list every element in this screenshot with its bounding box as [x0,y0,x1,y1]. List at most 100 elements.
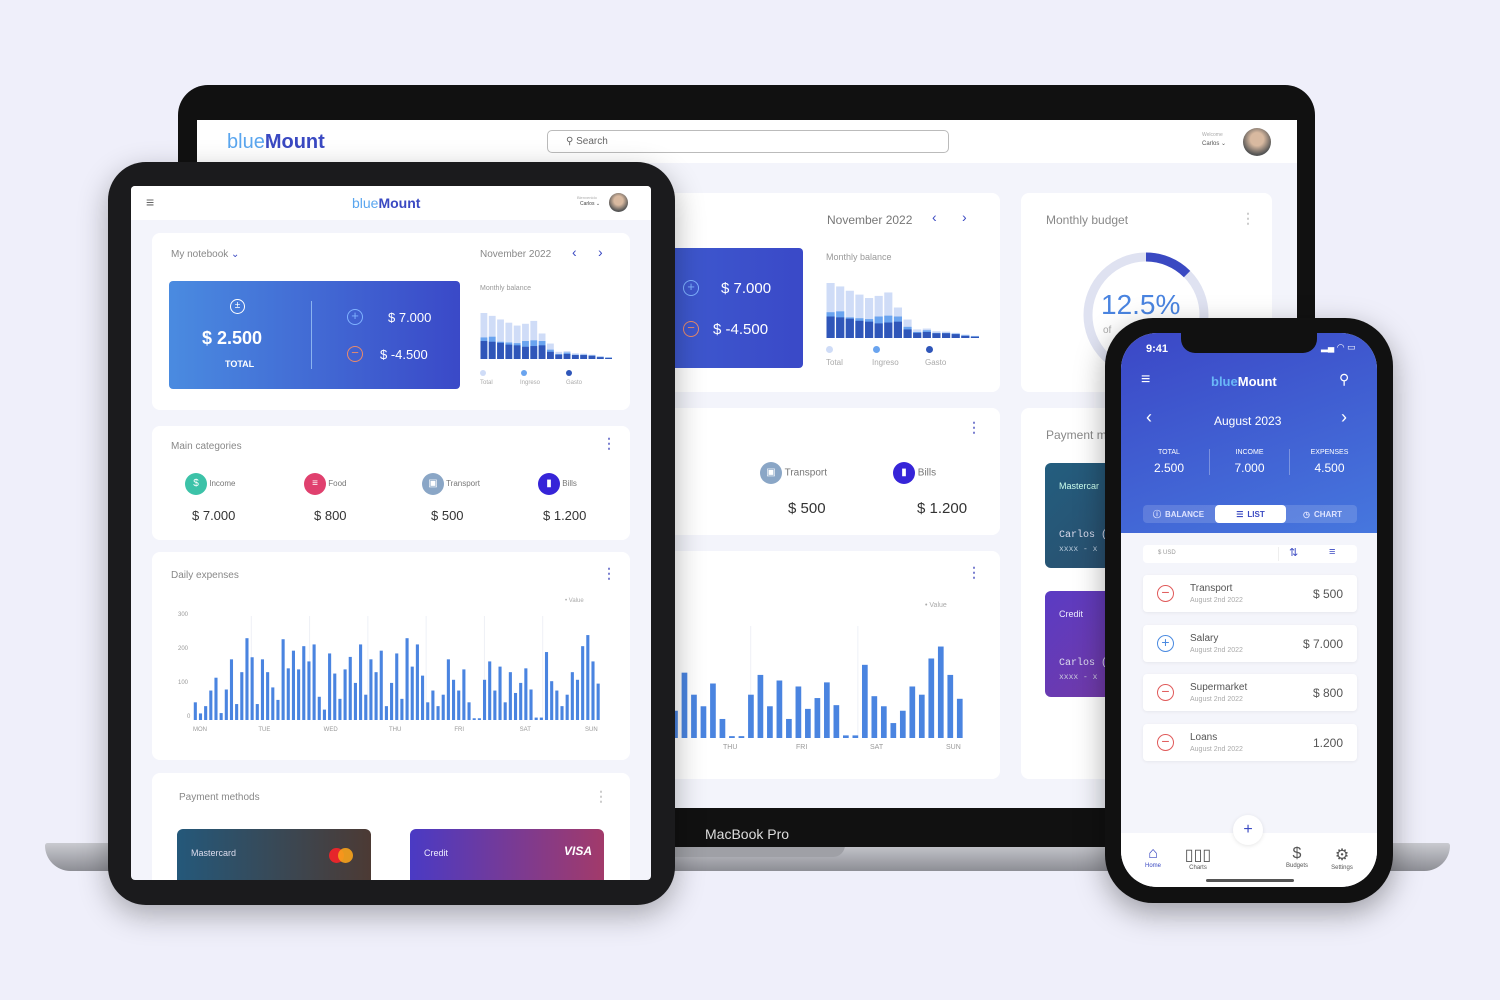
card-credit[interactable]: Credit VISA [410,829,604,880]
filter-icon[interactable]: ≡ [1329,546,1335,558]
item-title: Transport [1190,583,1233,594]
nav-budgets[interactable]: $ Budgets [1277,845,1317,869]
logo[interactable]: blueMount [352,195,420,211]
nav-home[interactable]: ⌂ Home [1133,845,1173,869]
item-date: August 2nd 2022 [1190,745,1243,753]
nav-charts[interactable]: ▯▯▯ Charts [1178,845,1218,871]
category-income[interactable]: $ Income [185,473,235,495]
category-food[interactable]: ≡ Food [304,473,346,495]
next-month-button[interactable]: › [962,209,967,225]
bar [681,672,688,738]
dollar-icon: $ [185,473,207,495]
bar-gasto [970,336,979,338]
section-title: Main categories [171,441,242,452]
category-transport[interactable]: ▣ Transport [422,473,480,495]
add-button[interactable]: + [1233,815,1263,845]
stat-value: 2.500 [1153,461,1185,475]
category-bills[interactable]: ▮ Bills [538,473,577,495]
y-tick: 200 [178,646,189,652]
legend-dot-ingreso [521,370,527,376]
header: ≡ blueMount Bienvenido Carlos ⌄ [131,186,651,220]
phone-screen: 9:41 ▂▄ ◠ ▭ ≡ blueMount ⚲ ‹ August 2023 … [1121,333,1377,887]
bar [738,736,745,738]
chart-title: Monthly balance [480,285,531,292]
bar [421,675,425,720]
x-label: THU [723,744,738,751]
bar-gasto [497,342,504,359]
divider [1278,547,1279,561]
bar [384,706,388,720]
bar [333,673,337,720]
filter-bar: $ USD ⇅ ≡ [1143,545,1357,563]
search-icon[interactable]: ⚲ [1339,371,1349,388]
avatar[interactable] [609,193,628,212]
list-item[interactable]: − Supermarket August 2nd 2022 $ 800 [1143,674,1357,711]
card-holder: Carlos ( [1059,658,1108,669]
search-input[interactable]: ⚲ Search [547,130,949,153]
user-menu[interactable]: Carlos ⌄ [580,201,600,207]
home-icon: ⌂ [1148,845,1158,862]
bar-gasto [961,335,970,338]
nav-settings[interactable]: ⚙ Settings [1322,845,1362,871]
menu-icon[interactable]: ≡ [1141,371,1150,389]
bar [880,706,887,738]
bar [353,682,357,720]
list-item[interactable]: − Loans August 2nd 2022 1.200 [1143,723,1357,761]
card-mastercard[interactable]: Mastercard [177,829,371,880]
bar [260,659,265,720]
charts-icon: ▯▯▯ [1184,847,1212,864]
more-icon[interactable]: ⋮ [594,789,608,803]
tab-chart[interactable]: ◷ CHART [1287,505,1358,523]
bar [364,694,368,720]
legend-total: Total [826,358,843,367]
item-date: August 2nd 2022 [1190,696,1243,703]
prev-month-button[interactable]: ‹ [1146,407,1152,428]
next-month-button[interactable]: › [598,244,603,260]
list-item[interactable]: + Salary August 2nd 2022 $ 7.000 [1143,624,1357,662]
bar [436,706,440,720]
avatar[interactable] [1243,128,1271,156]
user-menu[interactable]: Carlos ⌄ [1202,140,1226,147]
total-label: TOTAL [225,359,255,369]
prev-month-button[interactable]: ‹ [572,244,577,260]
bar-gasto [513,345,521,359]
more-icon[interactable]: ⋮ [1241,211,1255,225]
next-month-button[interactable]: › [1341,407,1347,428]
more-icon[interactable]: ⋮ [602,566,616,580]
payment-methods-card: Payment methods ⋮ Mastercard Credit VISA [152,773,630,880]
category-value: $ 500 [431,508,464,523]
menu-icon[interactable]: ≡ [146,194,154,210]
bar [581,646,585,720]
tab-list[interactable]: ☰ LIST [1215,505,1286,523]
bar [928,658,935,738]
more-icon[interactable]: ⋮ [967,420,981,434]
prev-month-button[interactable]: ‹ [932,209,937,225]
category-label: Transport [784,467,828,479]
category-transport[interactable]: ▣ Transport [760,462,827,484]
bar [748,694,754,738]
notebook-selector[interactable]: My notebook ⌄ [171,249,239,260]
bar [565,694,569,720]
welcome-text: Bienvenido [577,195,597,200]
category-label: Transport [446,479,481,489]
category-bills[interactable]: ▮ Bills [893,462,936,484]
tab-balance[interactable]: ⓘ BALANCE [1143,505,1214,523]
sort-icon[interactable]: ⇅ [1289,546,1298,559]
logo[interactable]: blueMount [227,131,325,154]
balance-card: My notebook ⌄ November 2022 ‹ › ± $ 2.50… [152,233,630,410]
more-icon[interactable]: ⋮ [602,436,616,450]
currency-label[interactable]: $ USD [1158,550,1176,556]
value-legend-label: Value [568,598,584,604]
bar [498,666,502,720]
bar-gasto [555,354,563,359]
bar-gasto [913,332,922,338]
bar [276,699,280,720]
bar [555,690,559,720]
x-label: SUN [585,727,598,733]
more-icon[interactable]: ⋮ [967,565,981,579]
x-label: SAT [519,727,531,733]
stat-income: INCOME 7.000 [1209,449,1289,475]
list-item[interactable]: − Transport August 2nd 2022 $ 500 [1143,575,1357,612]
bar [560,706,564,720]
status-icons: ▂▄ ◠ ▭ [1321,342,1356,352]
